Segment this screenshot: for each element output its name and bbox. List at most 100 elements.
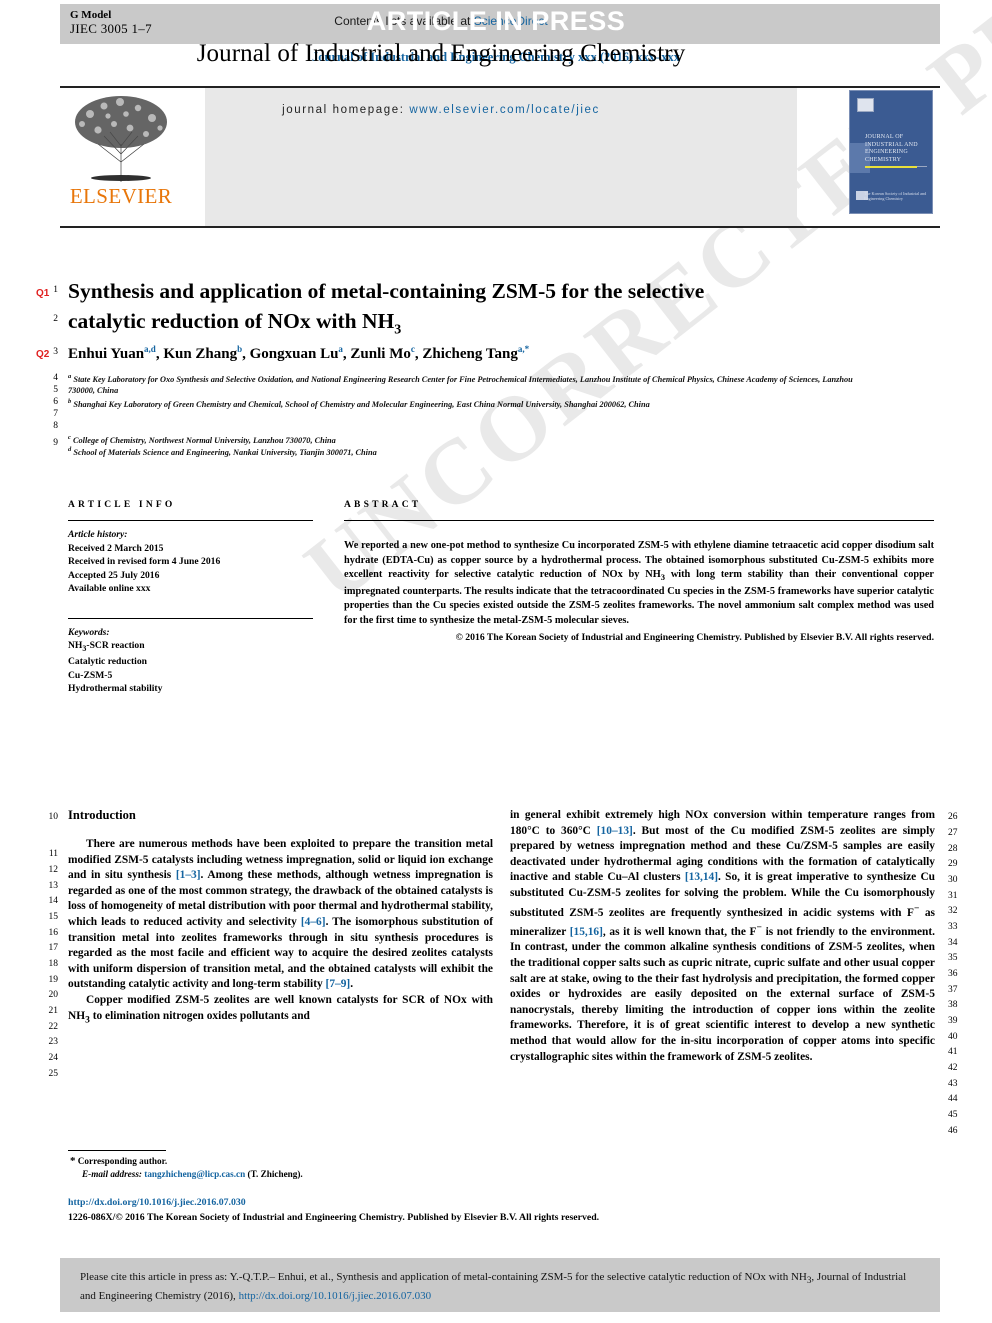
cite-doi-link[interactable]: http://dx.doi.org/10.1016/j.jiec.2016.07… [239,1290,432,1302]
homepage-prefix: journal homepage: [282,104,410,116]
author-name: Kun Zhang [163,346,238,362]
line-number: 43 [948,1079,958,1089]
affiliation-text: School of Materials Science and Engineer… [73,447,377,457]
line-number: 1 [53,285,58,295]
citation-ref[interactable]: [15,16] [570,926,603,938]
line-number: 36 [948,969,958,979]
line-number: 3 [53,347,58,357]
line-number: 37 [948,985,958,995]
cover-accent-rule [865,166,917,168]
email-note: E-mail address: tangzhicheng@licp.cas.cn… [70,1168,490,1181]
author-name: Enhui Yuan [68,346,145,362]
paragraph: Copper modified ZSM-5 zeolites are well … [68,993,493,1025]
author-affil-marker: a,* [517,344,530,354]
line-number: 4 [53,373,58,383]
line-number: 46 [948,1126,958,1136]
line-number: 25 [48,1069,59,1079]
abstract-copyright: © 2016 The Korean Society of Industrial … [455,631,934,643]
line-number: 28 [948,844,958,854]
doi-link[interactable]: http://dx.doi.org/10.1016/j.jiec.2016.07… [68,1197,246,1208]
paper-page: UNCORRECTED PROOF G Model JIEC 3005 1–7 … [0,0,992,1323]
affiliation-marker: c [68,434,71,441]
affiliation-marker: d [68,446,72,453]
page-title: Synthesis and application of metal-conta… [68,276,728,345]
author-name: Zhicheng Tang [422,346,518,362]
history-item: Available online xxx [68,583,151,594]
cover-journal-title: JOURNAL OF INDUSTRIAL AND ENGINEERING CH… [865,134,918,163]
cover-footer-text: The Korean Society of Industrial and Eng… [864,191,927,201]
line-number: 44 [948,1094,958,1104]
keyword-item: Catalytic reduction [68,656,147,668]
affiliation: d School of Materials Science and Engine… [68,444,868,458]
abstract-rule [344,520,934,521]
elsevier-wordmark: ELSEVIER [69,184,173,208]
author-affil-marker: c [410,344,415,354]
line-number: 42 [948,1063,958,1073]
keywords-block: Keywords: NH3-SCR reaction Catalytic red… [68,626,313,696]
citation-ref[interactable]: [7–9] [326,978,351,990]
line-number: 22 [48,1022,59,1032]
affiliation: b Shanghai Key Laboratory of Green Chemi… [68,396,868,410]
cover-society-logo-icon [857,98,874,112]
line-number: 31 [948,891,958,901]
author-name: Zunli Mo [350,346,411,362]
history-item: Received in revised form 4 June 2016 [68,556,221,567]
line-number: 5 [53,385,58,395]
author-list: Enhui Yuana,d, Kun Zhangb, Gongxuan Lua,… [68,344,530,362]
email-link[interactable]: tangzhicheng@licp.cas.cn [144,1169,245,1179]
line-number: 9 [53,438,58,448]
line-number: 11 [48,849,58,859]
title-line-2: catalytic reduction of NOx with NH [68,309,395,333]
affiliation-text: State Key Laboratory for Oxo Synthesis a… [68,374,853,395]
history-item: Received 2 March 2015 [68,542,164,554]
line-number: 45 [948,1110,958,1120]
line-number: 40 [948,1032,958,1042]
email-label: E-mail address: [82,1168,142,1179]
line-number: 7 [53,409,58,419]
citation-ref[interactable]: [1–3] [176,869,201,881]
journal-homepage-line: journal homepage: www.elsevier.com/locat… [145,104,737,116]
journal-cover-thumbnail: JOURNAL OF INDUSTRIAL AND ENGINEERING CH… [849,90,933,214]
line-number: 30 [948,875,958,885]
line-number: 17 [48,943,59,953]
line-number: 12 [48,865,59,875]
cite-text: Please cite this article in press as: Y.… [80,1269,920,1304]
footnote-rule [68,1150,166,1151]
paragraph: There are numerous methods have been exp… [68,838,493,991]
keywords-rule [68,617,313,619]
keyword-item: Cu-ZSM-5 [68,669,113,681]
citation-ref[interactable]: [10–13] [597,825,633,837]
abstract-heading: ABSTRACT [344,500,422,510]
issn-copyright-line: 1226-086X/© 2016 The Korean Society of I… [68,1212,600,1223]
footnote-block: * Corresponding author. E-mail address: … [70,1155,490,1180]
line-number: 14 [48,896,59,906]
line-number: 6 [53,397,58,407]
line-number: 8 [53,421,58,431]
title-subscript: 3 [394,322,402,338]
article-info-heading: ARTICLE INFO [68,500,176,510]
citation-ref[interactable]: [4–6] [301,916,326,928]
line-number: 27 [948,828,958,838]
article-history-block: Article history: Received 2 March 2015 R… [68,528,313,596]
abstract-section: ABSTRACT We reported a new one-pot metho… [344,500,934,645]
elsevier-tree-icon [68,92,174,184]
keyword-item: Hydrothermal stability [68,683,163,695]
line-number: 26 [948,812,958,822]
author-name: Gongxuan Lu [249,346,339,362]
email-owner: (T. Zhicheng). [247,1168,303,1179]
cite-this-article-box: Please cite this article in press as: Y.… [60,1258,940,1312]
line-number: 32 [948,906,958,916]
history-item: Accepted 25 July 2016 [68,569,160,581]
body-column-left: Introduction There are numerous methods … [68,808,493,1028]
title-line-1: Synthesis and application of metal-conta… [68,279,705,303]
corresponding-text: Corresponding author. [77,1156,168,1166]
affiliation-marker: b [68,398,72,405]
affiliation-marker: a [68,373,72,380]
citation-ref[interactable]: [13,14] [685,871,718,883]
line-number: 23 [48,1037,59,1047]
keywords-label: Keywords: [68,626,110,638]
author-affil-marker: b [237,344,243,354]
asterisk-icon: * [70,1155,76,1167]
article-info-section: ARTICLE INFO Article history: Received 2… [68,500,313,696]
homepage-link[interactable]: www.elsevier.com/locate/jiec [409,104,600,116]
